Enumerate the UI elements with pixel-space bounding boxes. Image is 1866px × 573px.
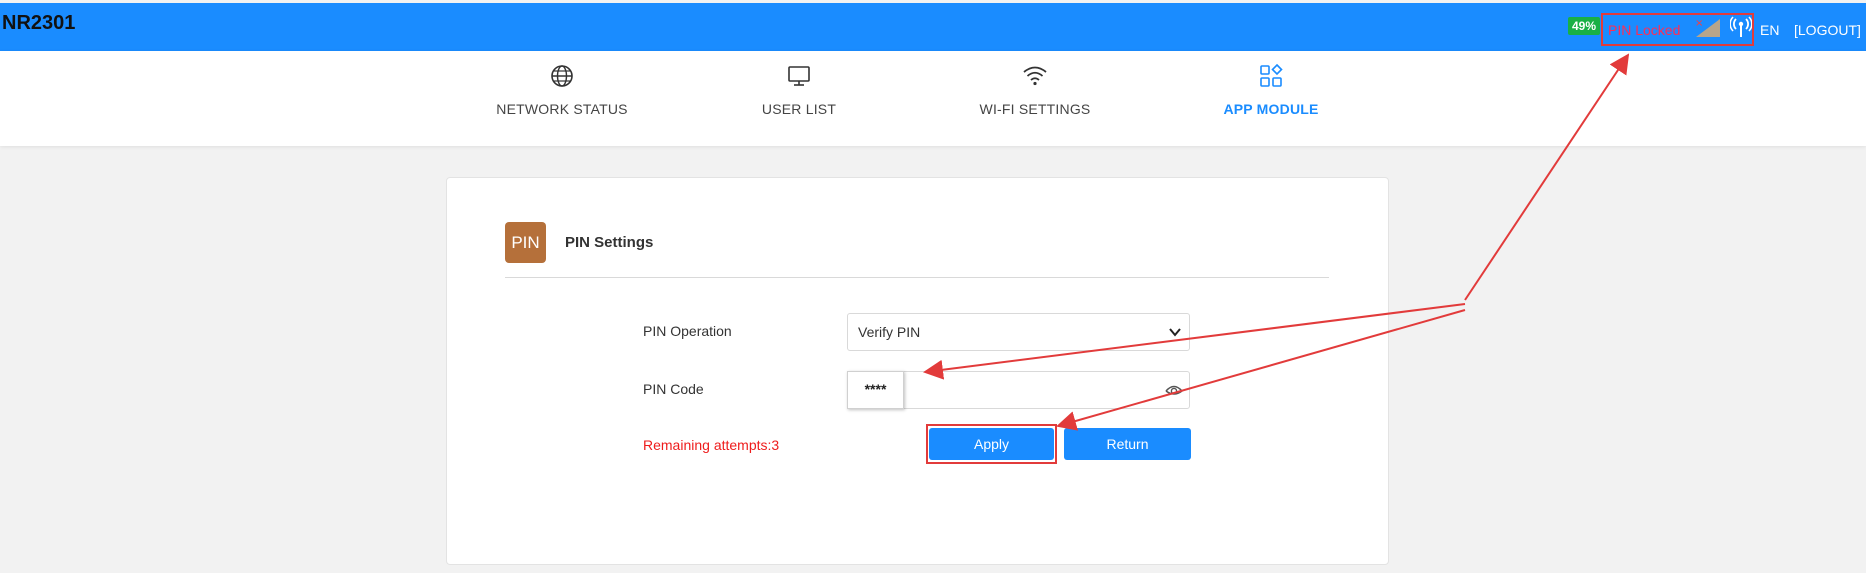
tab-network-status-label: NETWORK STATUS bbox=[496, 101, 628, 117]
tab-wifi-settings-label: WI-FI SETTINGS bbox=[979, 101, 1091, 117]
pin-badge-icon: PIN bbox=[505, 222, 546, 263]
pin-operation-value: Verify PIN bbox=[858, 324, 921, 340]
pin-code-value[interactable]: **** bbox=[847, 371, 904, 409]
tab-user-list-label: USER LIST bbox=[761, 101, 837, 117]
eye-icon[interactable] bbox=[1164, 380, 1184, 400]
tab-app-module-label: APP MODULE bbox=[1223, 101, 1319, 117]
battery-indicator: 49% bbox=[1568, 17, 1601, 35]
divider bbox=[505, 277, 1329, 278]
brand-title: NR2301 bbox=[2, 12, 76, 34]
return-button[interactable]: Return bbox=[1064, 428, 1191, 460]
apply-highlight bbox=[926, 424, 1057, 464]
pin-operation-label: PIN Operation bbox=[643, 323, 732, 339]
pin-operation-select[interactable]: Verify PIN bbox=[847, 313, 1190, 351]
page-title: PIN Settings bbox=[565, 234, 654, 251]
globe-icon bbox=[551, 65, 573, 87]
tab-user-list[interactable]: USER LIST bbox=[709, 63, 889, 117]
tab-wifi-settings[interactable]: WI-FI SETTINGS bbox=[945, 63, 1125, 117]
wifi-icon bbox=[1023, 66, 1047, 86]
pin-code-label: PIN Code bbox=[643, 381, 704, 397]
remaining-attempts-text: Remaining attempts:3 bbox=[643, 437, 780, 453]
tab-app-module[interactable]: APP MODULE bbox=[1181, 63, 1361, 117]
monitor-icon bbox=[788, 66, 810, 86]
chevron-down-icon bbox=[1169, 328, 1181, 337]
apps-icon bbox=[1260, 63, 1283, 87]
main-nav: NETWORK STATUS USER LIST WI-FI SETTINGS … bbox=[0, 51, 1866, 146]
pin-status-highlight bbox=[1601, 13, 1754, 46]
logout-link[interactable]: [LOGOUT] bbox=[1794, 22, 1861, 38]
language-selector[interactable]: EN bbox=[1760, 22, 1779, 38]
tab-network-status[interactable]: NETWORK STATUS bbox=[472, 63, 652, 117]
